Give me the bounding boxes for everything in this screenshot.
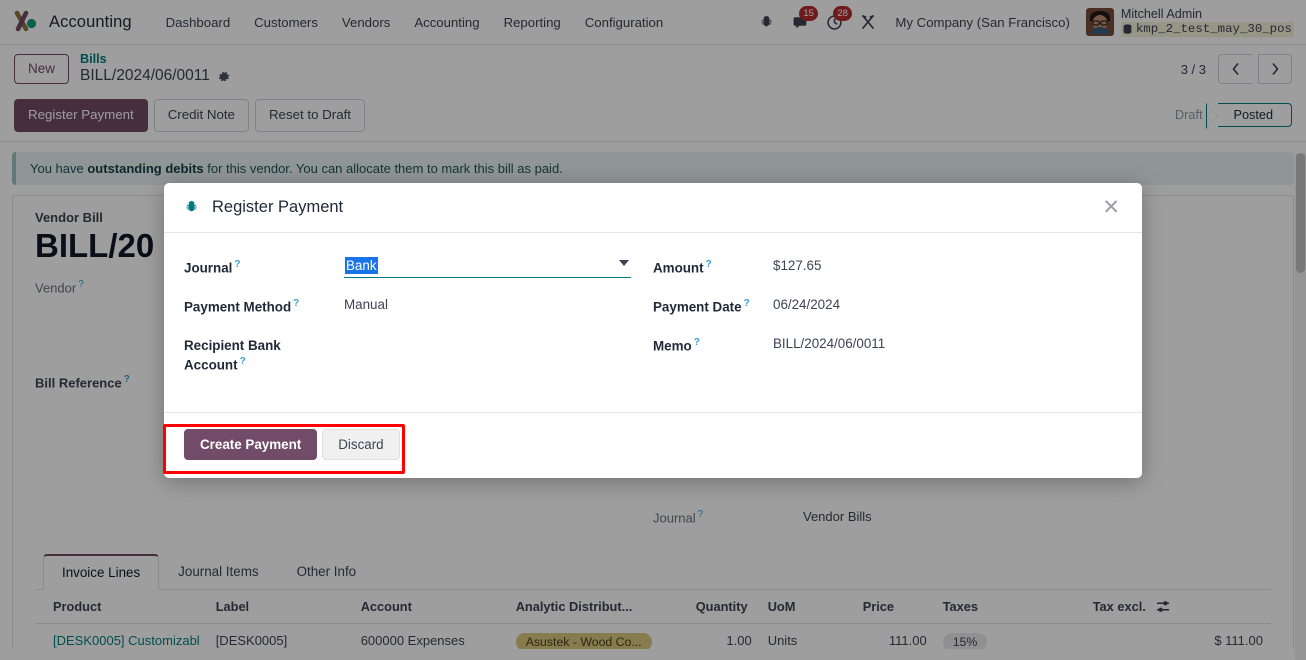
- discard-button[interactable]: Discard: [322, 429, 400, 461]
- amount-row: Amount? $127.65: [653, 255, 1122, 281]
- recipient-bank-row: Recipient Bank Account?: [184, 333, 631, 375]
- chevron-down-icon[interactable]: [619, 260, 629, 266]
- dialog-body: Journal? Bank Payment Method? Manual Rec…: [164, 233, 1142, 414]
- payment-form-right: Amount? $127.65 Payment Date? 06/24/2024…: [653, 255, 1122, 388]
- amount-label: Amount?: [653, 255, 773, 278]
- help-icon[interactable]: ?: [293, 298, 299, 309]
- payment-method-value[interactable]: Manual: [344, 294, 388, 312]
- help-icon[interactable]: ?: [240, 356, 246, 367]
- payment-date-value[interactable]: 06/24/2024: [773, 294, 840, 312]
- payment-method-label-text: Payment Method: [184, 299, 292, 315]
- payment-date-label-text: Payment Date: [653, 299, 742, 315]
- memo-row: Memo? BILL/2024/06/0011: [653, 333, 1122, 359]
- journal-field-label: Journal?: [184, 255, 344, 278]
- journal-selected-text: Bank: [345, 257, 378, 274]
- dialog-footer: Create Payment Discard: [164, 413, 1142, 478]
- recipient-bank-label-text: Recipient Bank Account: [184, 338, 281, 373]
- payment-form-left: Journal? Bank Payment Method? Manual Rec…: [184, 255, 653, 388]
- help-icon[interactable]: ?: [694, 337, 700, 348]
- dialog-header: Register Payment ✕: [164, 183, 1142, 233]
- help-icon[interactable]: ?: [744, 298, 750, 309]
- help-icon[interactable]: ?: [234, 259, 240, 270]
- dialog-title: Register Payment: [212, 198, 344, 216]
- payment-date-row: Payment Date? 06/24/2024: [653, 294, 1122, 320]
- recipient-bank-label: Recipient Bank Account?: [184, 333, 344, 375]
- create-payment-button[interactable]: Create Payment: [184, 429, 318, 461]
- register-payment-dialog: Register Payment ✕ Journal? Bank Payment…: [164, 183, 1142, 479]
- journal-row: Journal? Bank: [184, 255, 631, 281]
- payment-method-row: Payment Method? Manual: [184, 294, 631, 320]
- memo-label: Memo?: [653, 333, 773, 356]
- journal-select-wrap[interactable]: Bank: [344, 255, 631, 278]
- amount-label-text: Amount: [653, 260, 704, 276]
- journal-input[interactable]: Bank: [344, 255, 631, 278]
- close-icon[interactable]: ✕: [1098, 197, 1124, 218]
- odoo-accounting-app: Accounting Dashboard Customers Vendors A…: [0, 0, 1306, 660]
- payment-form: Journal? Bank Payment Method? Manual Rec…: [184, 255, 1122, 388]
- help-icon[interactable]: ?: [706, 259, 712, 270]
- payment-method-label: Payment Method?: [184, 294, 344, 317]
- memo-value[interactable]: BILL/2024/06/0011: [773, 333, 885, 351]
- payment-date-label: Payment Date?: [653, 294, 773, 317]
- journal-field-label-text: Journal: [184, 260, 233, 276]
- amount-value[interactable]: $127.65: [773, 255, 821, 273]
- memo-label-text: Memo: [653, 338, 692, 354]
- bug-icon[interactable]: [184, 200, 199, 215]
